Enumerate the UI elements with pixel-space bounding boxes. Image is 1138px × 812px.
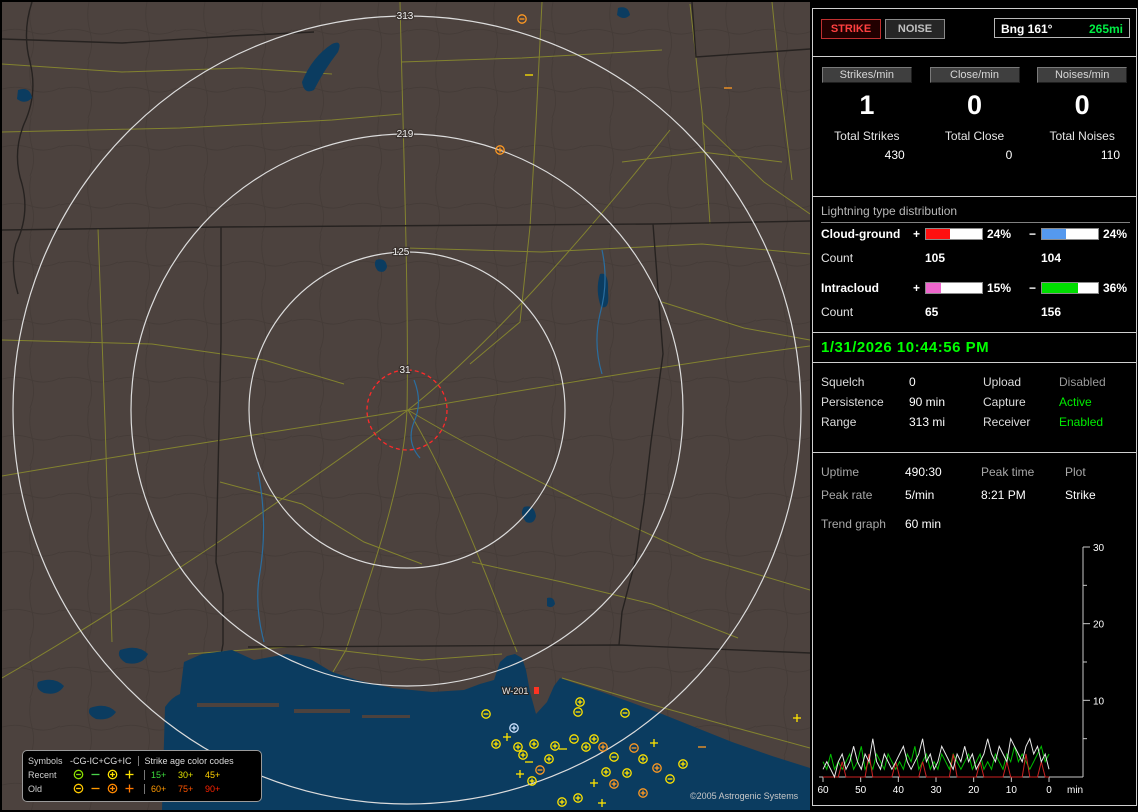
legend-age-code: 15+ — [151, 770, 167, 780]
svg-text:min: min — [1067, 785, 1083, 796]
bearing-display: Bng 161° 265mi — [994, 18, 1130, 38]
capture-status: Active — [1059, 395, 1092, 409]
persistence-row: Persistence 90 min Capture Active — [821, 395, 1092, 409]
legend-symbol-p-icon — [121, 768, 138, 781]
svg-text:20: 20 — [968, 785, 980, 796]
ic-negative-bar — [1041, 282, 1099, 294]
minus-sign: − — [1029, 281, 1037, 295]
legend-col--CG: -CG — [70, 756, 87, 766]
distribution-title: Lightning type distribution — [821, 204, 1130, 223]
legend-age-code: 45+ — [205, 770, 221, 780]
noise-indicator-button[interactable]: NOISE — [885, 19, 945, 39]
svg-text:60: 60 — [817, 785, 829, 796]
legend-col-+CG: +CG — [98, 756, 118, 766]
legend-col-+IC: +IC — [117, 756, 132, 766]
total-noises-value: 110 — [1100, 148, 1121, 162]
legend-symbol-cm-icon — [70, 768, 87, 781]
close-per-min-button[interactable]: Close/min — [929, 67, 1020, 83]
legend-age-code: 90+ — [205, 784, 221, 794]
peak-rate-row: Peak rate 5/min 8:21 PM Strike — [821, 488, 1096, 502]
indicator-section: STRIKE NOISE Bng 161° 265mi — [813, 9, 1136, 57]
svg-text:20: 20 — [1093, 620, 1105, 631]
lightning-monitor-app: { "toolbar": { "strike_label": "STRIKE",… — [0, 0, 1138, 812]
legend-recent-row: Recent 15+ 30+ 45+ — [28, 768, 256, 782]
legend-symbol-p-icon — [121, 782, 138, 795]
svg-text:W-201: W-201 — [502, 686, 528, 696]
legend-symbol-cm-icon — [70, 782, 87, 795]
legend-symbol-cp-icon — [104, 782, 121, 795]
close-rate-value: 0 — [966, 90, 983, 120]
legend-symbol-m-icon — [87, 768, 104, 781]
map-canvas: 313 219 125 31 W-201 — [2, 2, 810, 810]
counter-noises: Noises/min 0 Total Noises 110 — [1028, 57, 1136, 196]
legend-age-header: Strike age color codes — [137, 756, 234, 766]
status-panel: STRIKE NOISE Bng 161° 265mi Strikes/min … — [812, 8, 1137, 806]
svg-text:50: 50 — [855, 785, 867, 796]
svg-text:40: 40 — [893, 785, 905, 796]
total-strikes-label: Total Strikes — [834, 129, 900, 143]
strike-indicator-button[interactable]: STRIKE — [821, 19, 881, 39]
strikes-per-min-button[interactable]: Strikes/min — [821, 67, 912, 83]
intracloud-count-row: Count 65 156 — [821, 305, 1062, 319]
legend-header-row: Symbols -CG-IC+CG+IC Strike age color co… — [28, 754, 256, 768]
legend-symbol-m-icon — [87, 782, 104, 795]
total-close-value: 0 — [1005, 148, 1013, 162]
cloud-ground-row: Cloud-ground + 24% − 24% — [821, 227, 1128, 241]
legend-symbols-header: Symbols — [28, 756, 63, 766]
noises-per-min-button[interactable]: Noises/min — [1037, 67, 1128, 83]
plus-sign: + — [913, 227, 921, 241]
cg-negative-bar — [1041, 228, 1099, 240]
datetime-display: 1/31/2026 10:44:56 PM — [821, 339, 990, 356]
plus-sign: + — [913, 281, 921, 295]
legend-symbol-column-headers: -CG-IC+CG+IC — [70, 756, 132, 766]
svg-text:0: 0 — [1046, 785, 1052, 796]
datetime-section: 1/31/2026 10:44:56 PM — [813, 333, 1136, 363]
noises-rate-value: 0 — [1074, 90, 1090, 120]
total-noises-label: Total Noises — [1049, 129, 1115, 143]
total-strikes-value: 430 — [884, 148, 905, 162]
range-row: Range 313 mi Receiver Enabled — [821, 415, 1104, 429]
uptime-row: Uptime 490:30 Peak time Plot — [821, 465, 1086, 479]
bearing-distance: 265mi — [1088, 22, 1123, 36]
legend-col--IC: -IC — [86, 756, 99, 766]
bearing-label: Bng 161° — [1001, 22, 1053, 36]
upload-status: Disabled — [1059, 375, 1106, 389]
svg-text:31: 31 — [399, 365, 411, 376]
minus-sign: − — [1029, 227, 1037, 241]
copyright-text: ©2005 Astrogenic Systems — [690, 791, 799, 801]
svg-text:219: 219 — [397, 129, 414, 140]
legend-old-row: Old 60+ 75+ 90+ — [28, 782, 256, 796]
strikes-rate-value: 1 — [859, 90, 875, 120]
counters-section: Strikes/min 1 Total Strikes 430 Close/mi… — [813, 57, 1136, 197]
legend-age-code: 30+ — [178, 770, 194, 780]
svg-text:10: 10 — [1093, 696, 1105, 707]
squelch-row: Squelch 0 Upload Disabled — [821, 375, 1106, 389]
map-legend: Symbols -CG-IC+CG+IC Strike age color co… — [22, 750, 262, 802]
trend-graph-row: Trend graph 60 min — [821, 517, 942, 531]
legend-age-code: 60+ — [151, 784, 167, 794]
distribution-section: Lightning type distribution Cloud-ground… — [813, 197, 1136, 333]
svg-text:125: 125 — [393, 247, 410, 258]
legend-age-code: 75+ — [178, 784, 194, 794]
settings-section: Squelch 0 Upload Disabled Persistence 90… — [813, 363, 1136, 453]
svg-text:10: 10 — [1006, 785, 1018, 796]
session-trend-section: Uptime 490:30 Peak time Plot Peak rate 5… — [813, 453, 1136, 805]
total-close-label: Total Close — [944, 129, 1005, 143]
radar-map: 313 219 125 31 W-201 Symbols -CG-IC+CG+IC S… — [2, 2, 810, 810]
intracloud-row: Intracloud + 15% − 36% — [821, 281, 1128, 295]
counter-strikes: Strikes/min 1 Total Strikes 430 — [813, 57, 921, 196]
ic-positive-bar — [925, 282, 983, 294]
legend-symbol-cp-icon — [104, 768, 121, 781]
svg-text:313: 313 — [397, 11, 414, 22]
cloud-ground-count-row: Count 105 104 — [821, 251, 1062, 265]
trend-graph: 30 20 10 60 50 40 30 20 10 0 min — [817, 543, 1105, 796]
svg-text:30: 30 — [1093, 543, 1105, 554]
svg-text:30: 30 — [930, 785, 942, 796]
receiver-status: Enabled — [1059, 415, 1104, 429]
cg-positive-bar — [925, 228, 983, 240]
counter-close: Close/min 0 Total Close 0 — [921, 57, 1029, 196]
